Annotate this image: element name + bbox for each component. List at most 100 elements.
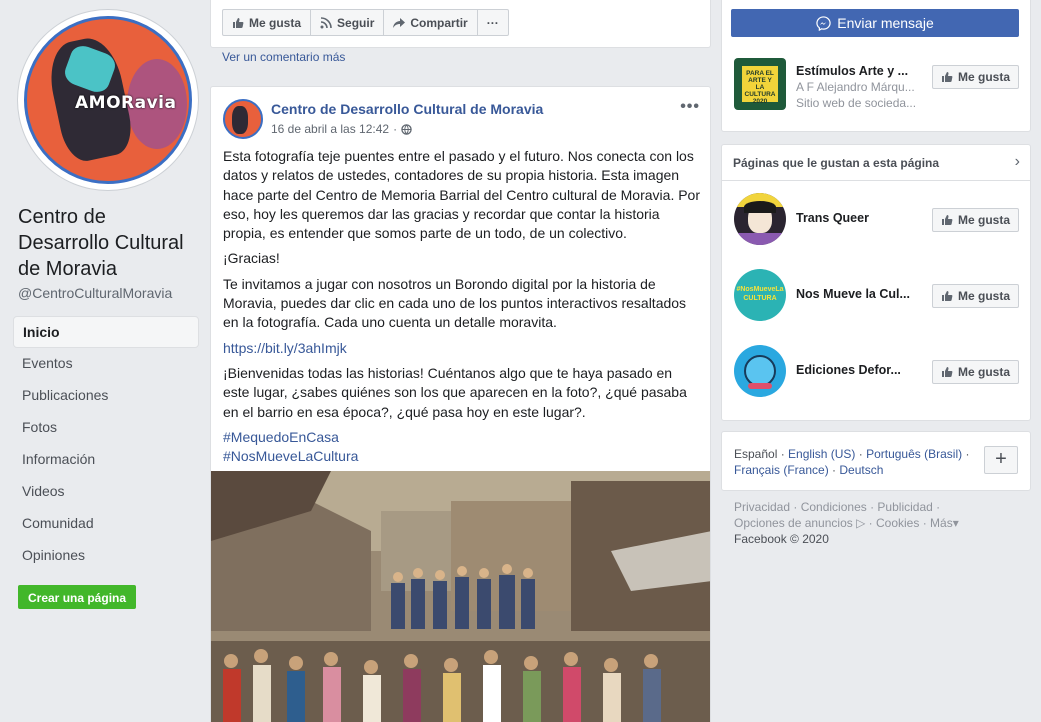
messenger-icon <box>816 15 831 31</box>
send-message-button[interactable]: Enviar mensaje <box>731 9 1019 37</box>
footer-link[interactable]: Privacidad <box>734 500 790 514</box>
featured-page-sub2: Sitio web de socieda... <box>796 96 917 110</box>
share-label: Compartir <box>410 15 468 30</box>
liked-page-like-button[interactable]: Me gusta <box>931 360 1019 384</box>
more-actions-button[interactable]: ··· <box>478 10 508 35</box>
language-card: Español · English (US) · Português (Bras… <box>721 431 1031 491</box>
footer-link[interactable]: Más <box>930 516 953 530</box>
featured-page-row: PARA EL ARTE Y LA CULTURA 2020 Estímulos… <box>734 58 1019 112</box>
featured-page-thumbnail[interactable]: PARA EL ARTE Y LA CULTURA 2020 <box>734 58 786 110</box>
share-button[interactable]: Compartir <box>384 10 478 35</box>
adchoices-icon: ▷ <box>856 516 866 530</box>
page-nav: Inicio Eventos Publicaciones Fotos Infor… <box>13 316 199 572</box>
post-paragraph: Te invitamos a jugar con nosotros un Bor… <box>223 275 687 331</box>
liked-pages-header[interactable]: Páginas que le gustan a esta página › <box>722 145 1030 181</box>
language-link[interactable]: Français (France) <box>734 463 829 477</box>
post-meta: 16 de abril a las 12:42 · <box>271 122 412 136</box>
featured-page-name[interactable]: Estímulos Arte y ... <box>796 64 921 78</box>
rss-follow-icon <box>320 16 332 28</box>
action-card: Me gusta Seguir Compartir ··· <box>210 0 711 48</box>
post-paragraph: Esta fotografía teje puentes entre el pa… <box>223 148 701 242</box>
hashtag-link[interactable]: #MequedoEnCasa <box>223 429 339 445</box>
post-paragraph: ¡Gracias! <box>223 250 280 267</box>
liked-page-name[interactable]: Trans Queer <box>796 211 921 225</box>
liked-pages-title: Páginas que le gustan a esta página <box>733 156 940 170</box>
post-card: Centro de Desarrollo Cultural de Moravia… <box>210 86 711 722</box>
thumbs-up-icon <box>941 367 953 377</box>
featured-like-button[interactable]: Me gusta <box>931 65 1019 89</box>
follow-label: Seguir <box>337 15 375 30</box>
thumbs-up-icon <box>941 215 953 225</box>
nos-mueve-thumb-text: #NosMueveLa CULTURA <box>736 286 784 302</box>
trans-queer-thumbnail[interactable] <box>734 193 786 245</box>
liked-page-name[interactable]: Ediciones Defor... <box>796 363 921 377</box>
like-page-button[interactable]: Me gusta <box>223 10 312 35</box>
page-handle[interactable]: @CentroCulturalMoravia <box>18 285 172 301</box>
add-language-button[interactable]: + <box>984 446 1018 474</box>
thumbs-up-icon <box>941 72 953 82</box>
liked-page-like-button[interactable]: Me gusta <box>931 208 1019 232</box>
liked-page-row: Trans Queer Me gusta <box>734 193 1019 247</box>
like-label: Me gusta <box>957 365 1010 379</box>
like-label: Me gusta <box>957 213 1010 227</box>
post-author-avatar[interactable] <box>223 99 263 139</box>
nav-item-videos[interactable]: Videos <box>13 476 199 508</box>
like-label: Me gusta <box>957 289 1010 303</box>
nav-item-eventos[interactable]: Eventos <box>13 348 199 380</box>
post-timestamp[interactable]: 16 de abril a las 12:42 <box>271 122 389 136</box>
globe-icon <box>401 123 412 135</box>
footer-link[interactable]: Condiciones <box>801 500 867 514</box>
caret-down-icon: ▾ <box>952 516 959 530</box>
liked-page-like-button[interactable]: Me gusta <box>931 284 1019 308</box>
liked-page-row: Ediciones Defor... Me gusta <box>734 345 1019 399</box>
language-link[interactable]: Português (Brasil) <box>866 447 962 461</box>
right-actions-card: Enviar mensaje PARA EL ARTE Y LA CULTURA… <box>721 0 1031 132</box>
footer-link[interactable]: Cookies <box>876 516 919 530</box>
page-action-bar: Me gusta Seguir Compartir ··· <box>222 9 509 36</box>
share-arrow-icon <box>393 17 406 28</box>
nav-item-fotos[interactable]: Fotos <box>13 412 199 444</box>
follow-button[interactable]: Seguir <box>311 10 385 35</box>
send-message-label: Enviar mensaje <box>837 15 934 31</box>
more-comments-link[interactable]: Ver un comentario más <box>222 50 345 64</box>
nos-mueve-thumbnail[interactable]: #NosMueveLa CULTURA <box>734 269 786 321</box>
liked-pages-card: Páginas que le gustan a esta página › Tr… <box>721 144 1031 421</box>
nav-item-comunidad[interactable]: Comunidad <box>13 508 199 540</box>
page-title[interactable]: Centro de Desarrollo Cultural de Moravia <box>18 204 198 282</box>
avatar-logo-text: AMORavia <box>75 93 177 113</box>
post-photo[interactable] <box>211 471 710 722</box>
copyright: Facebook © 2020 <box>734 532 829 546</box>
footer-link[interactable]: Opciones de anuncios <box>734 516 853 530</box>
create-page-button[interactable]: Crear una página <box>18 585 137 609</box>
left-column: AMORavia Centro de Desarrollo Cultural d… <box>0 0 210 722</box>
nav-item-inicio[interactable]: Inicio <box>13 316 199 348</box>
nav-item-opiniones[interactable]: Opiniones <box>13 540 199 572</box>
current-language: Español <box>734 447 778 461</box>
language-link[interactable]: Deutsch <box>839 463 883 477</box>
thumbs-up-icon <box>233 17 244 28</box>
post-photo-scene <box>211 471 710 722</box>
avatar-artwork: AMORavia <box>24 16 192 184</box>
featured-thumb-text: PARA EL ARTE Y LA CULTURA 2020 <box>742 66 778 105</box>
page-avatar[interactable]: AMORavia <box>18 10 198 190</box>
footer-link[interactable]: Publicidad <box>877 500 932 514</box>
nav-item-informacion[interactable]: Información <box>13 444 199 476</box>
language-link[interactable]: English (US) <box>788 447 855 461</box>
language-list: Español · English (US) · Português (Bras… <box>734 447 970 477</box>
nav-item-publicaciones[interactable]: Publicaciones <box>13 380 199 412</box>
post-body: Esta fotografía teje puentes entre el pa… <box>223 147 701 472</box>
like-page-label: Me gusta <box>249 15 302 30</box>
chevron-right-icon: › <box>1014 153 1020 170</box>
featured-like-label: Me gusta <box>957 70 1010 84</box>
hashtag-link[interactable]: #NosMueveLaCultura <box>223 448 358 464</box>
post-paragraph: ¡Bienvenidas todas las historias! Cuénta… <box>223 364 687 420</box>
post-link[interactable]: https://bit.ly/3ahImjk <box>223 340 347 356</box>
featured-page-sub1[interactable]: A F Alejandro Márqu... <box>796 80 921 94</box>
liked-page-name[interactable]: Nos Mueve la Cul... <box>796 287 921 301</box>
ediciones-thumbnail[interactable] <box>734 345 786 397</box>
post-author-name[interactable]: Centro de Desarrollo Cultural de Moravia <box>271 101 543 117</box>
liked-page-row: #NosMueveLa CULTURA Nos Mueve la Cul... … <box>734 269 1019 323</box>
footer-links: Privacidad · Condiciones · Publicidad · … <box>734 500 959 546</box>
post-options-button[interactable]: ••• <box>680 98 700 116</box>
thumbs-up-icon <box>941 291 953 301</box>
